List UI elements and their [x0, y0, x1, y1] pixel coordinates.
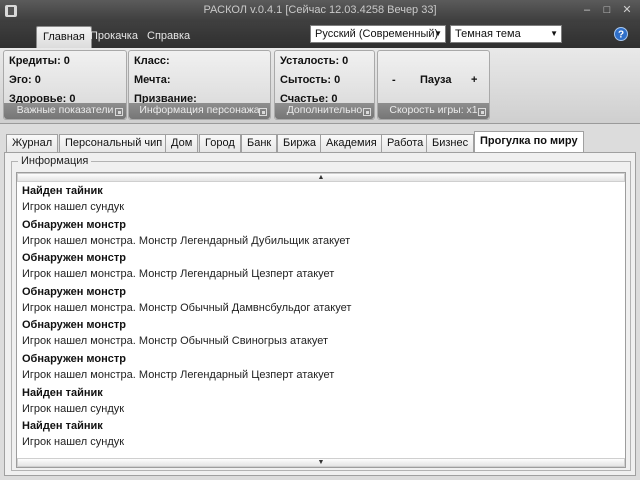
log-entry-title: Обнаружен монстр: [22, 352, 126, 365]
list-item: Обнаружен монстр Игрок нашел монстра. Мо…: [22, 280, 612, 314]
event-log-list[interactable]: ▲ Найден тайник Игрок нашел сундук Обнар…: [16, 172, 626, 468]
content-area: Журнал Персональный чип Дом Город Банк Б…: [0, 124, 640, 480]
group-caption: Информация персонажа: [129, 103, 270, 119]
tab-bank[interactable]: Банк: [241, 134, 278, 152]
ribbon-header: Главная Прокачка Справка Русский (Соврем…: [0, 22, 640, 48]
tab-home[interactable]: Дом: [165, 134, 199, 152]
log-entry-title: Найден тайник: [22, 420, 103, 433]
tab-business[interactable]: Бизнес: [426, 134, 475, 152]
list-item: Обнаружен монстр Игрок нашел монстра. Мо…: [22, 246, 612, 280]
dialog-launcher-icon[interactable]: [259, 108, 267, 116]
log-entry-title: Обнаружен монстр: [22, 285, 126, 298]
ribbon-tab-help[interactable]: Справка: [141, 26, 196, 48]
minimize-button[interactable]: –: [578, 2, 596, 18]
group-main-stats: Кредиты: 0 Эго: 0 Здоровье: 0 Важные пок…: [3, 50, 127, 120]
list-item: Обнаружен монстр Игрок нашел монстра. Мо…: [22, 347, 612, 381]
fatigue-value: Усталость: 0: [280, 55, 349, 67]
page-tab-bar: Журнал Персональный чип Дом Город Банк Б…: [4, 130, 636, 152]
list-item: Найден тайник Игрок нашел сундук: [22, 381, 612, 415]
class-value: Класс:: [134, 55, 170, 67]
group-extra: Усталость: 0 Сытость: 0 Счастье: 0 Допол…: [274, 50, 375, 120]
event-log: Найден тайник Игрок нашел сундук Обнаруж…: [22, 173, 612, 448]
help-icon[interactable]: ?: [614, 27, 628, 41]
group-caption: Скорость игры: x1: [378, 103, 489, 119]
credits-value: Кредиты: 0: [9, 55, 70, 67]
tab-city[interactable]: Город: [199, 134, 241, 152]
ribbon-tab-leveling[interactable]: Прокачка: [84, 26, 144, 48]
log-entry-title: Найден тайник: [22, 185, 103, 197]
dialog-launcher-icon[interactable]: [363, 108, 371, 116]
scroll-down-arrow[interactable]: ▼: [17, 458, 625, 467]
tab-academy[interactable]: Академия: [320, 134, 383, 152]
tab-panel: Информация ▲ Найден тайник Игрок нашел с…: [4, 152, 636, 476]
log-entry-title: Обнаружен монстр: [22, 218, 126, 231]
list-item: Обнаружен монстр Игрок нашел монстра. Мо…: [22, 213, 612, 247]
tab-exchange[interactable]: Биржа: [277, 134, 322, 152]
window-title: РАСКОЛ v.0.4.1 [Сейчас 12.03.4258 Вечер …: [203, 4, 437, 16]
scroll-up-arrow[interactable]: ▲: [17, 173, 625, 182]
group-game-speed: - Пауза + Скорость игры: x1: [377, 50, 490, 120]
log-entry-text: Игрок нашел сундук: [22, 436, 125, 449]
tab-journal[interactable]: Журнал: [6, 134, 59, 152]
dialog-launcher-icon[interactable]: [478, 108, 486, 116]
tab-personal-chip[interactable]: Персональный чип: [59, 134, 169, 152]
dropdown-arrow-icon: ▼: [550, 29, 558, 38]
ego-value: Эго: 0: [9, 74, 41, 86]
close-button[interactable]: ✕: [618, 2, 636, 18]
ribbon-body: Кредиты: 0 Эго: 0 Здоровье: 0 Важные пок…: [0, 48, 640, 124]
list-item: Найден тайник Игрок нашел сундук: [22, 414, 612, 448]
language-select[interactable]: Русский (Современный) ▼: [310, 25, 446, 43]
speed-decrease-button[interactable]: -: [392, 74, 396, 86]
svg-text:?: ?: [618, 30, 624, 41]
satiety-value: Сытость: 0: [280, 74, 341, 86]
log-entry-title: Обнаружен монстр: [22, 252, 126, 265]
log-entry-title: Обнаружен монстр: [22, 319, 126, 332]
theme-select[interactable]: Темная тема ▼: [450, 25, 562, 43]
info-title: Информация: [18, 155, 92, 167]
log-entry-title: Найден тайник: [22, 386, 103, 399]
tab-work[interactable]: Работа: [381, 134, 430, 152]
dialog-launcher-icon[interactable]: [115, 108, 123, 116]
group-character: Класс: Мечта: Призвание: Информация перс…: [128, 50, 271, 120]
pause-button[interactable]: Пауза: [420, 74, 451, 86]
speed-increase-button[interactable]: +: [471, 74, 477, 86]
title-bar: РАСКОЛ v.0.4.1 [Сейчас 12.03.4258 Вечер …: [0, 0, 640, 22]
info-groupbox: Информация ▲ Найден тайник Игрок нашел с…: [11, 155, 631, 471]
list-item: Обнаружен монстр Игрок нашел монстра. Мо…: [22, 313, 612, 347]
list-item: Найден тайник Игрок нашел сундук: [22, 179, 612, 213]
tab-world-walk[interactable]: Прогулка по миру: [474, 131, 584, 152]
maximize-button[interactable]: □: [598, 2, 616, 18]
dream-value: Мечта:: [134, 74, 171, 86]
language-select-value: Русский (Современный): [315, 28, 439, 40]
theme-select-value: Темная тема: [455, 28, 521, 40]
dropdown-arrow-icon: ▼: [434, 29, 442, 38]
group-caption: Важные показатели: [4, 103, 126, 119]
group-caption: Дополнительно: [275, 103, 374, 119]
